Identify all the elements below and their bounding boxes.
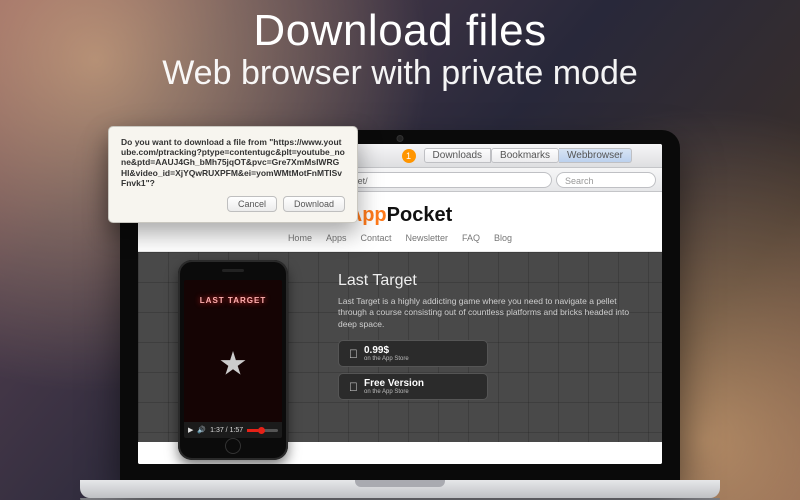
video-time: 1:37 / 1:57: [210, 427, 243, 434]
headline-title: Download files: [0, 6, 800, 56]
download-dialog: Do you want to download a file from "htt…: [108, 126, 358, 223]
nav-home[interactable]: Home: [288, 233, 312, 243]
site-nav: Home Apps Contact Newsletter FAQ Blog: [138, 233, 662, 252]
search-input[interactable]: Search: [556, 172, 656, 188]
tab-webbrowser[interactable]: Webbrowser: [559, 148, 632, 163]
free-button[interactable]:  Free Version on the App Store: [338, 373, 488, 400]
cancel-button[interactable]: Cancel: [227, 196, 277, 212]
tab-segment: Downloads Bookmarks Webbrowser: [424, 148, 632, 163]
web-page: AppPocket Home Apps Contact Newsletter F…: [138, 192, 662, 464]
apple-icon: : [349, 348, 358, 360]
buy-button[interactable]:  0.99$ on the App Store: [338, 340, 488, 367]
laptop-base: [80, 480, 720, 498]
play-icon[interactable]: ▶: [188, 426, 193, 434]
download-dialog-message: Do you want to download a file from "htt…: [121, 137, 345, 188]
camera-dot: [398, 136, 403, 141]
game-title: LAST TARGET: [184, 296, 282, 305]
download-badge[interactable]: 1: [402, 149, 416, 163]
volume-icon[interactable]: 🔊: [197, 426, 206, 434]
video-track[interactable]: [247, 429, 278, 432]
headline-subtitle: Web browser with private mode: [0, 54, 800, 93]
nav-blog[interactable]: Blog: [494, 233, 512, 243]
tab-bookmarks[interactable]: Bookmarks: [491, 148, 559, 163]
tab-downloads[interactable]: Downloads: [424, 148, 491, 163]
apple-icon: : [349, 381, 358, 393]
video-controls[interactable]: ▶ 🔊 1:37 / 1:57: [184, 422, 282, 438]
hero-section: LAST TARGET ▶ 🔊 1:37 / 1:57: [138, 252, 662, 442]
hero-body: Last Target is a highly addicting game w…: [338, 296, 640, 330]
nav-newsletter[interactable]: Newsletter: [406, 233, 449, 243]
promo-headline: Download files Web browser with private …: [0, 6, 800, 93]
hero-title: Last Target: [338, 272, 640, 290]
nav-apps[interactable]: Apps: [326, 233, 347, 243]
star-icon: [220, 351, 246, 377]
phone-mockup: LAST TARGET ▶ 🔊 1:37 / 1:57: [178, 260, 288, 460]
download-button[interactable]: Download: [283, 196, 345, 212]
nav-contact[interactable]: Contact: [360, 233, 391, 243]
nav-faq[interactable]: FAQ: [462, 233, 480, 243]
